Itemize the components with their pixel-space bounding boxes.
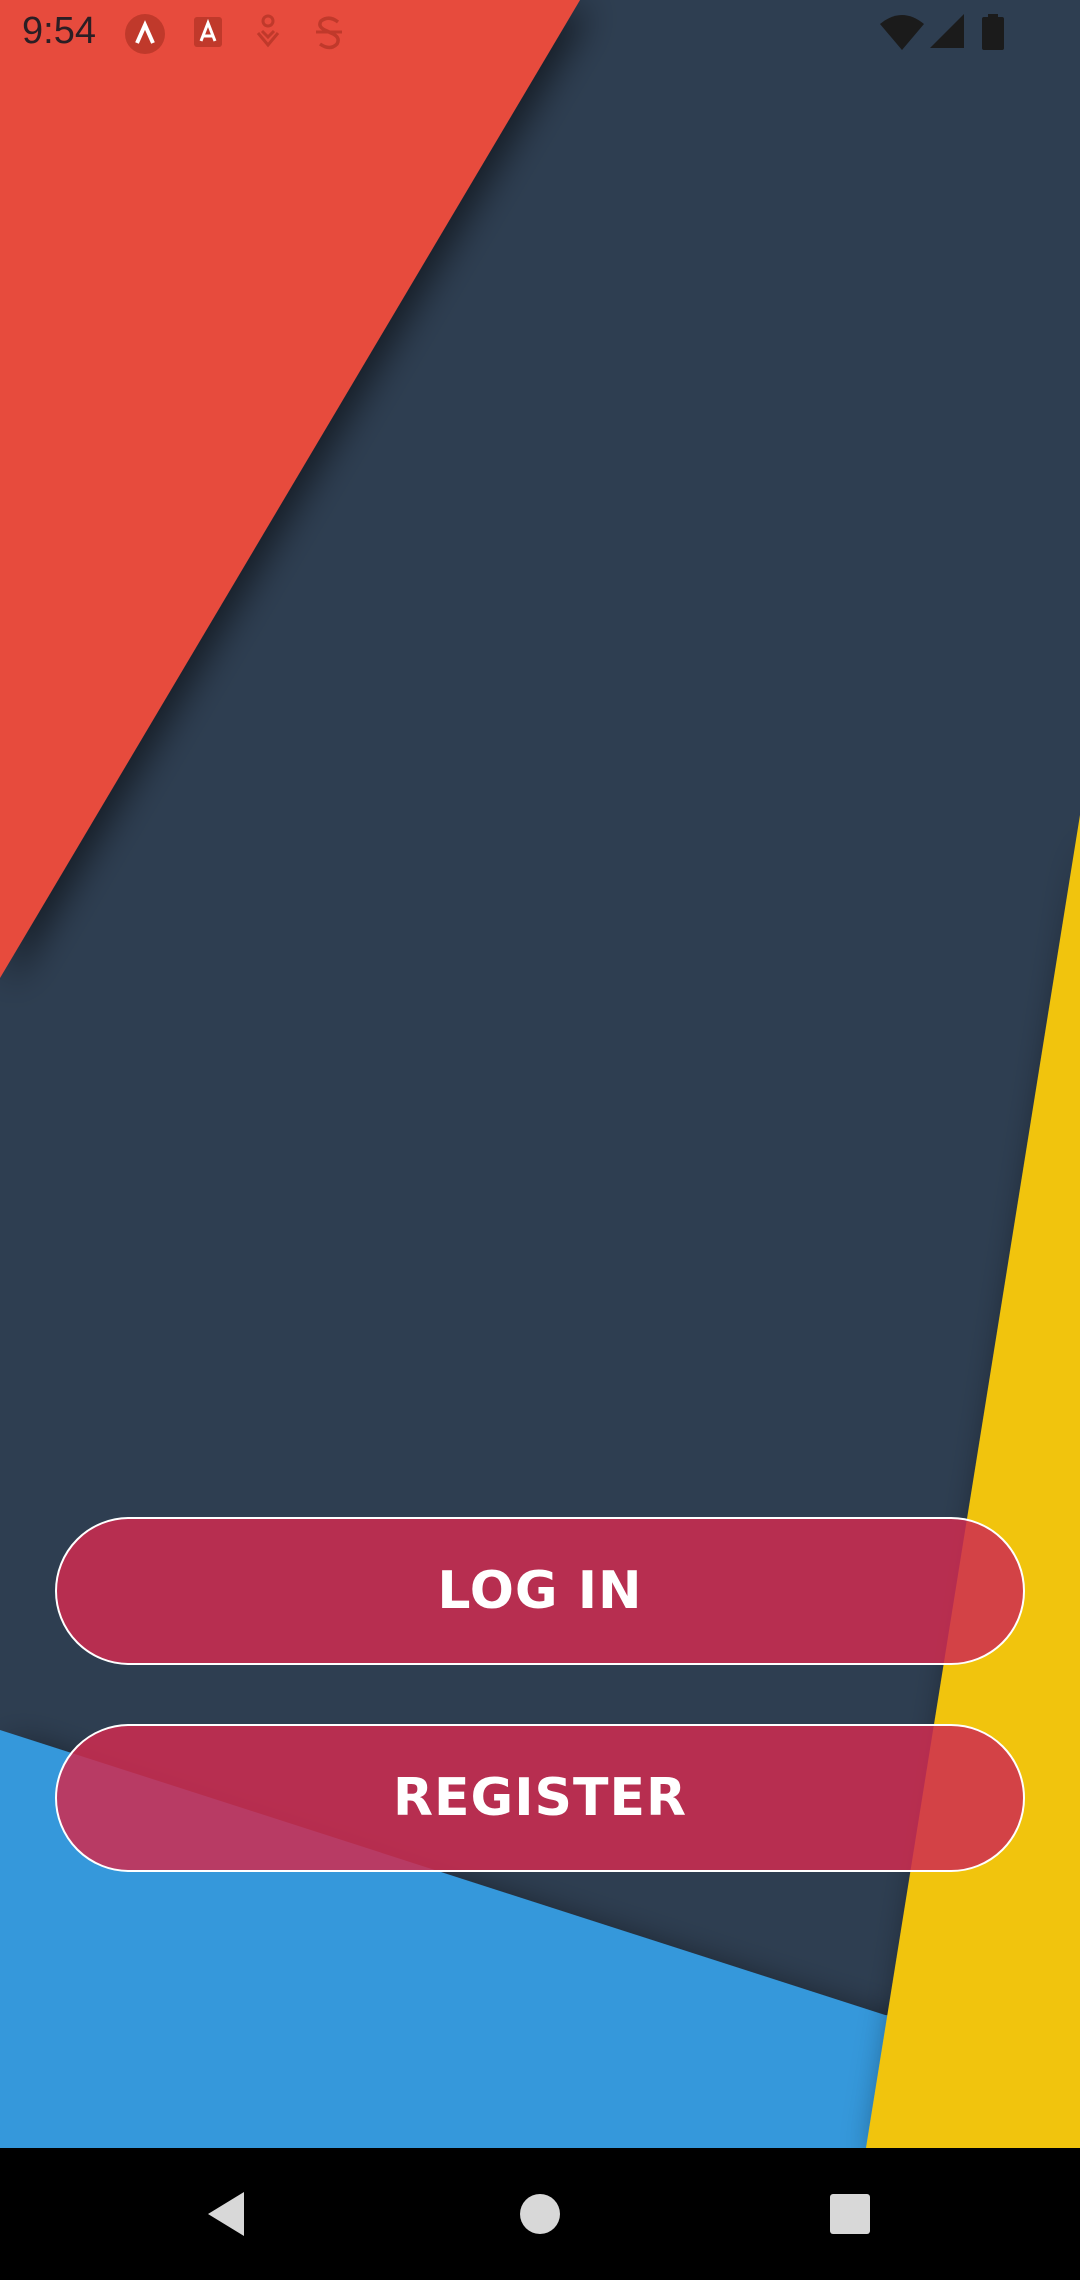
register-button-label: REGISTER (392, 1768, 688, 1828)
recents-icon[interactable] (810, 2174, 890, 2254)
wifi-icon (880, 14, 924, 52)
status-clock: 9:54 (22, 10, 96, 52)
welcome-screen: 9:54 LOG IN REGISTER (0, 0, 1080, 2280)
navigation-bar (0, 2148, 1080, 2280)
login-button[interactable]: LOG IN (55, 1517, 1025, 1665)
app-a-icon (124, 13, 166, 54)
strikethrough-s-icon (313, 13, 345, 53)
cellular-signal-icon (930, 14, 964, 52)
app-store-icon (193, 13, 223, 53)
register-button[interactable]: REGISTER (55, 1724, 1025, 1872)
login-button-label: LOG IN (437, 1561, 643, 1621)
yellow-panel (866, 815, 1080, 2148)
location-pin-icon (254, 13, 282, 53)
battery-icon (982, 14, 1004, 52)
home-icon[interactable] (500, 2174, 580, 2254)
back-icon[interactable] (186, 2174, 266, 2254)
red-panel (0, 0, 580, 978)
status-bar: 9:54 (0, 0, 1080, 66)
